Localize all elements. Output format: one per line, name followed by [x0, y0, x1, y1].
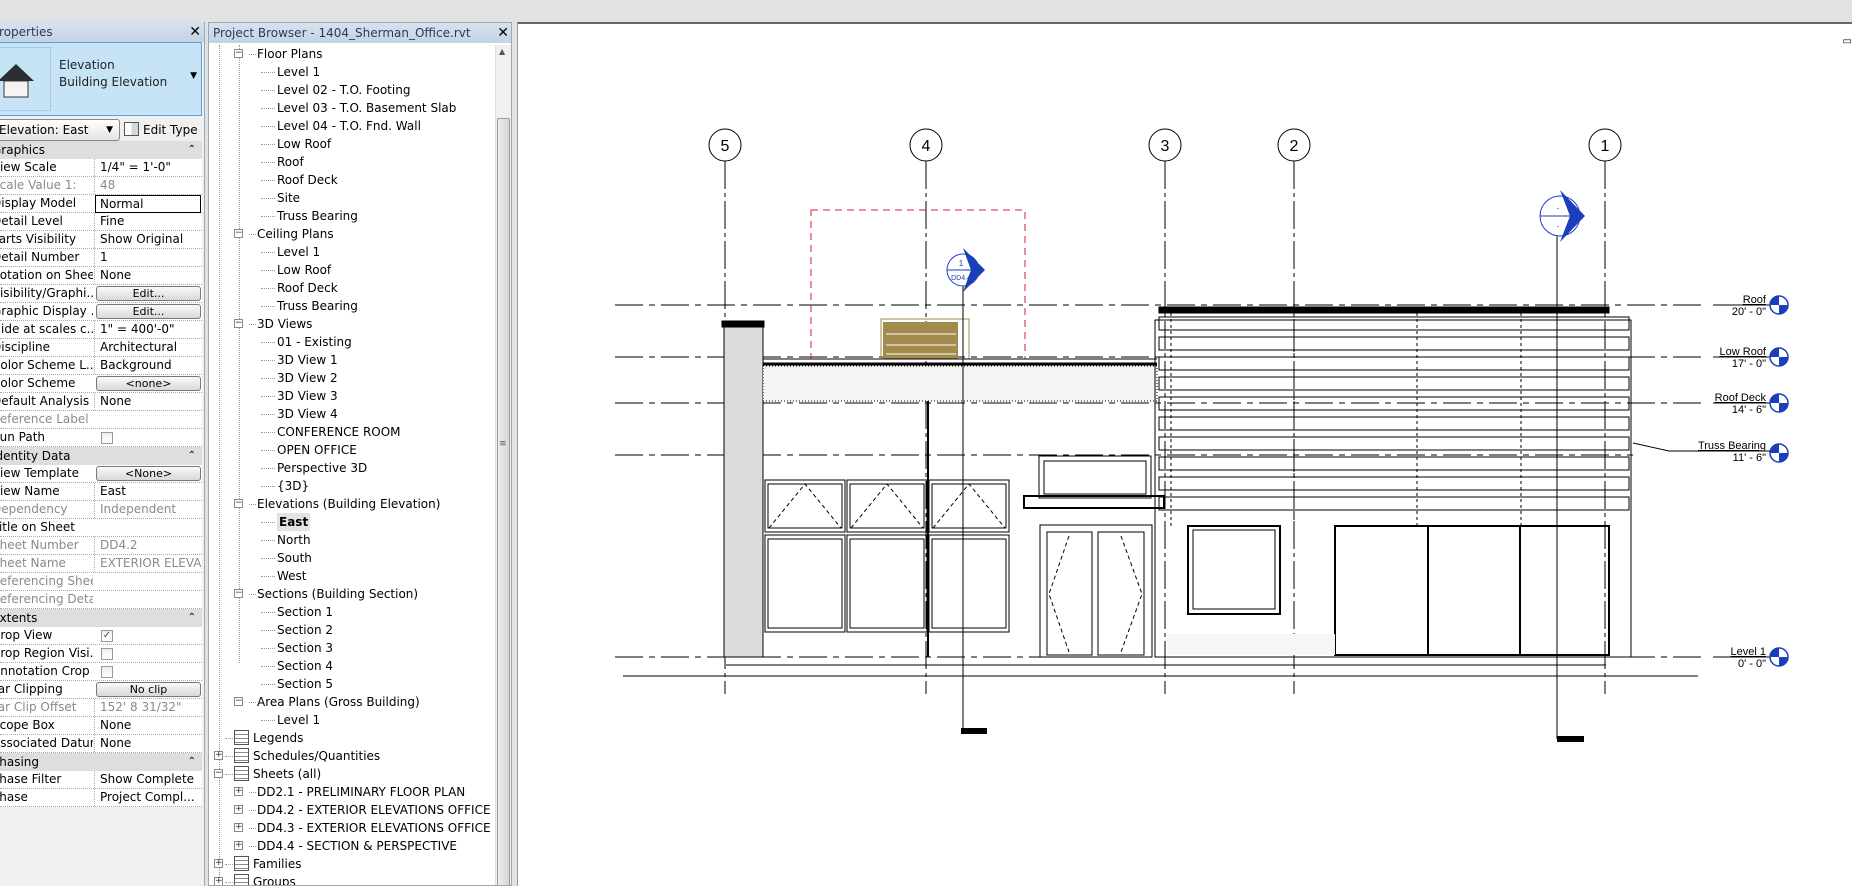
- grid-label: 2: [1290, 138, 1299, 155]
- level-name: Roof: [1743, 294, 1767, 306]
- elevation-drawing: 5 4 3 2 1 Roof20' - 0" Low Roof17' - 0" Roof D…: [615, 128, 1789, 742]
- level-elevation: 20' - 0": [1732, 306, 1766, 318]
- level-name: Roof Deck: [1715, 392, 1767, 404]
- grid-4[interactable]: 4: [909, 128, 943, 694]
- level-elevation: 17' - 0": [1732, 358, 1766, 370]
- level-head-icon: [1769, 647, 1789, 667]
- section-head[interactable]: - -: [1539, 190, 1585, 742]
- callout-sheet: DD4.4: [951, 275, 971, 282]
- level-roof[interactable]: Roof20' - 0": [615, 294, 1789, 318]
- section-callout-dd4-4[interactable]: 1 DD4.4: [946, 248, 987, 734]
- level-head-icon: [1769, 443, 1789, 463]
- level-head-icon: [1769, 295, 1789, 315]
- level-name: Truss Bearing: [1698, 440, 1766, 452]
- level-head-icon: [1769, 393, 1789, 413]
- grid-3[interactable]: 3: [1148, 128, 1182, 694]
- callout-number: 1: [959, 259, 964, 268]
- drawing-canvas[interactable]: ▭ 54321 Roof 20' - 0" Low Roof 17' - 0" Roof…: [517, 22, 1852, 886]
- building-elevation: [623, 306, 1698, 677]
- grid-1[interactable]: 1: [1588, 128, 1622, 694]
- level-elevation: 14' - 6": [1732, 404, 1766, 416]
- level-head-icon: [1769, 347, 1789, 367]
- grid-label: 4: [922, 138, 931, 155]
- level-name: Level 1: [1731, 646, 1766, 658]
- grid-label: 5: [721, 138, 730, 155]
- level-elevation: 11' - 6": [1733, 452, 1766, 464]
- section-sheet: -: [1557, 222, 1560, 231]
- grid-label: 3: [1161, 138, 1170, 155]
- section-number: -: [1557, 204, 1560, 213]
- level-truss-bearing[interactable]: Truss Bearing11' - 6": [615, 440, 1789, 464]
- rooftop-equipment: [880, 318, 970, 360]
- level-name: Low Roof: [1720, 346, 1767, 358]
- level-elevation: 0' - 0": [1738, 658, 1766, 670]
- grid-label: 1: [1601, 138, 1610, 155]
